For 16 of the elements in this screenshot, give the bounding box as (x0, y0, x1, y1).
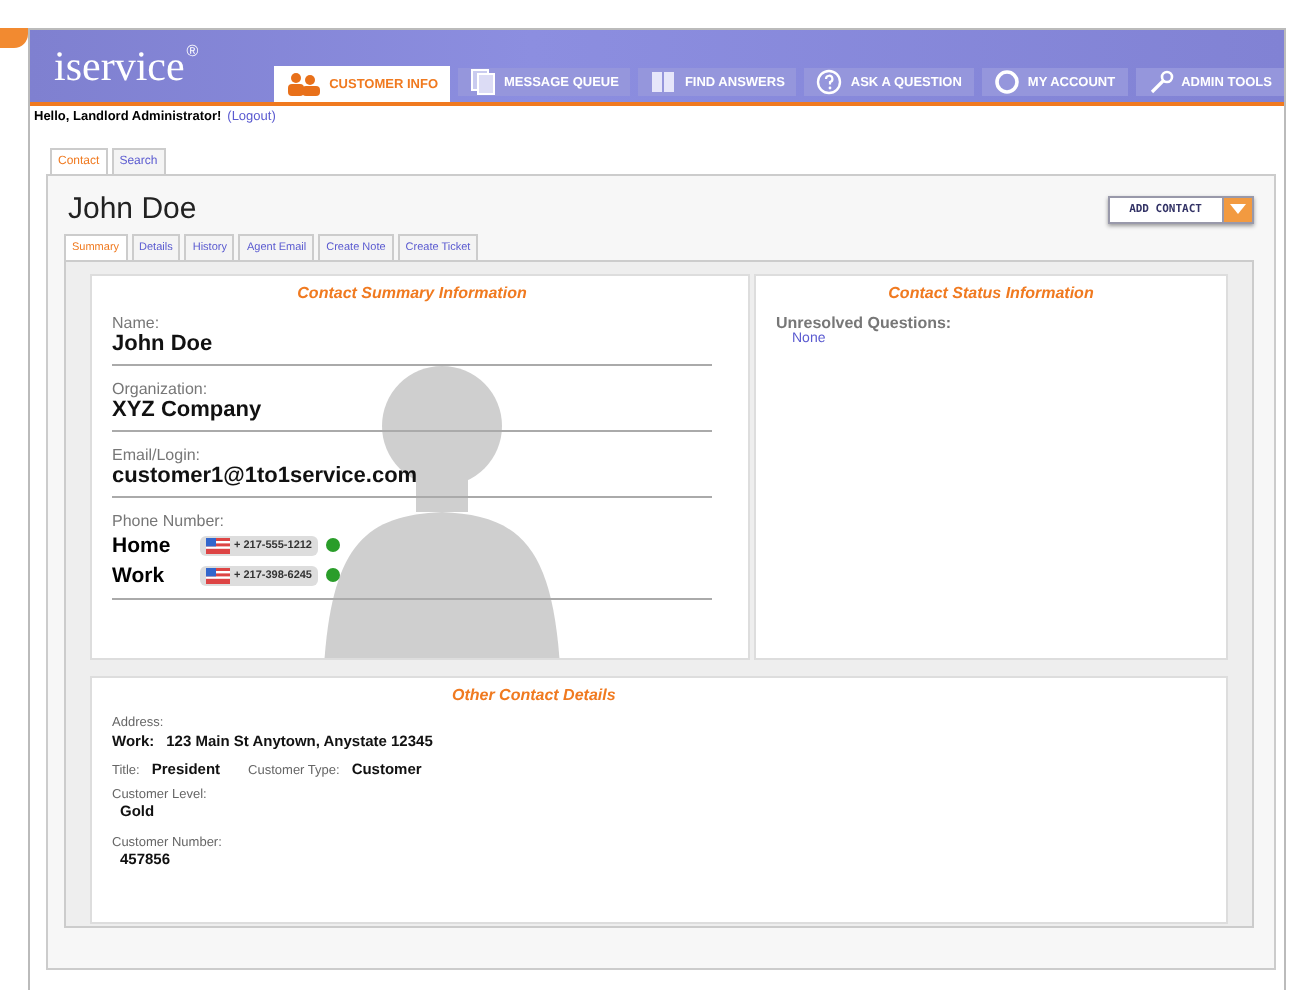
field-value: customer1@1to1service.com (112, 464, 420, 488)
registered-mark: ® (186, 41, 199, 59)
field-label: Email/Login: (112, 446, 203, 464)
phone-type: Home (112, 533, 173, 557)
logo: iservice (54, 41, 185, 91)
field-label: Phone Number: (112, 512, 227, 530)
field-value: XYZ Company (112, 398, 264, 422)
contact-name: John Doe (68, 192, 197, 226)
field-label: Name: (112, 314, 162, 332)
phone-type: Work (112, 563, 167, 587)
field-label: Organization: (112, 380, 210, 398)
section-title: Contact Summary Information (295, 284, 529, 302)
section-title: Contact Status Information (886, 284, 1096, 302)
field-label: Unresolved Questions: (776, 314, 954, 332)
section-title: Other Contact Details (452, 686, 618, 704)
field-value: John Doe (112, 332, 215, 356)
